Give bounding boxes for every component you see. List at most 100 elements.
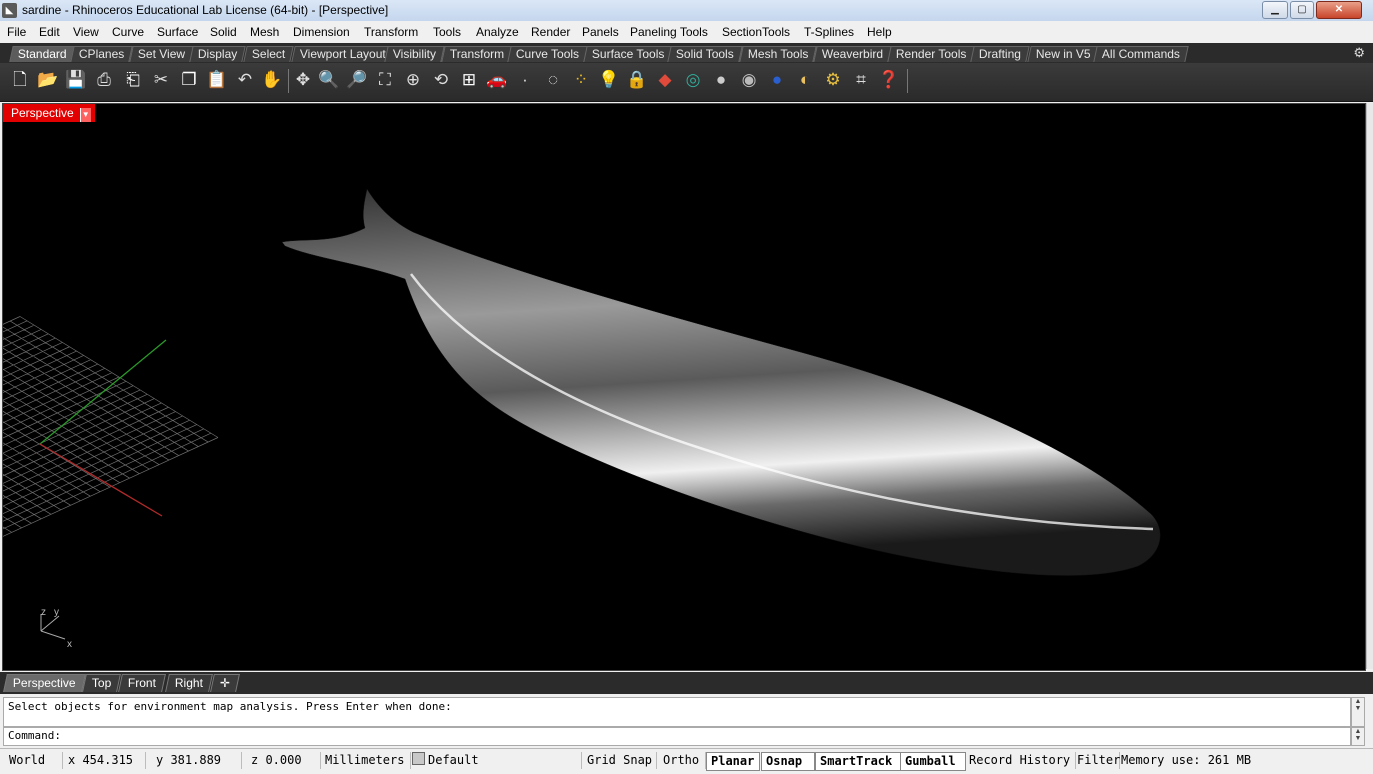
menu-file[interactable]: File [7,25,26,39]
tab-viewport-layout[interactable]: Viewport Layout [291,46,395,62]
close-button[interactable]: ✕ [1316,1,1362,19]
copy-icon[interactable]: ❐ [178,69,200,91]
menu-help[interactable]: Help [867,25,892,39]
tab-render-tools[interactable]: Render Tools [887,46,976,62]
maximize-button[interactable]: ▢ [1290,1,1314,19]
viewport-title-text: Perspective [11,106,74,120]
rotate-view-icon[interactable]: ⟲ [430,69,452,91]
vtab-perspective[interactable]: Perspective [3,674,86,692]
command-line-scrollbar[interactable]: ▲ ▼ [1351,727,1365,746]
menu-dimension[interactable]: Dimension [293,25,350,39]
command-input[interactable] [68,728,1342,745]
render-sphere-2-icon[interactable]: ◉ [738,69,760,91]
current-layer[interactable]: Default [408,752,582,769]
perspective-viewport[interactable]: z y x Perspective ▼ [2,103,1366,671]
vtab-right[interactable]: Right [165,674,213,692]
viewport-scene[interactable]: z y x [3,104,1365,670]
toggle-ortho[interactable]: Ortho [659,752,706,769]
command-history-scrollbar[interactable]: ▲ ▼ [1351,697,1365,727]
tab-select[interactable]: Select [243,46,295,62]
zoom-icon[interactable]: 🔍 [318,69,340,91]
units[interactable]: Millimeters [321,752,411,769]
color-wheel-icon[interactable]: ◎ [682,69,704,91]
gear-icon[interactable]: ⚙ [1353,45,1365,61]
menu-panels[interactable]: Panels [582,25,619,39]
lock-icon[interactable]: 🔒 [626,69,648,91]
light-bulb-icon[interactable]: 💡 [598,69,620,91]
zoom-extents-icon[interactable]: ⛶ [374,69,396,91]
vtab-top[interactable]: Top [82,674,122,692]
layer-icon[interactable]: ◆ [654,69,676,91]
menu-solid[interactable]: Solid [210,25,237,39]
tab-solid-tools[interactable]: Solid Tools [667,46,743,62]
menu-surface[interactable]: Surface [157,25,198,39]
circle-icon[interactable]: ◌ [542,69,564,91]
tab-display[interactable]: Display [189,46,247,62]
menu-t-splines[interactable]: T-Splines [804,25,854,39]
menu-bar: File Edit View Curve Surface Solid Mesh … [0,21,1373,43]
add-viewport-tab-button[interactable]: ✛ [210,674,240,692]
render-sphere-icon[interactable]: ● [710,69,732,91]
pan-hand-icon[interactable]: ✋ [261,69,283,91]
toggle-planar[interactable]: Planar [706,752,760,771]
layer-color-swatch [412,752,425,765]
menu-paneling-tools[interactable]: Paneling Tools [630,25,708,39]
cplane-world[interactable]: World [5,752,63,769]
tab-surface-tools[interactable]: Surface Tools [583,46,674,62]
snap-icon[interactable]: ⌗ [850,69,872,91]
settings-gear-icon[interactable]: ⚙ [822,69,844,91]
menu-curve[interactable]: Curve [112,25,144,39]
four-viewports-icon[interactable]: ⊞ [458,69,480,91]
toggle-grid-snap[interactable]: Grid Snap [583,752,657,769]
menu-render[interactable]: Render [531,25,570,39]
zoom-selected-icon[interactable]: ⊕ [402,69,424,91]
tab-new-in-v5[interactable]: New in V5 [1027,46,1100,62]
point-icon[interactable]: · [514,69,536,91]
curve-points-icon[interactable]: ⁘ [570,69,592,91]
menu-analyze[interactable]: Analyze [476,25,519,39]
tab-all-commands[interactable]: All Commands [1093,46,1189,62]
print-icon[interactable]: ⎙ [93,69,115,91]
coordinate-x: x 454.315 [64,752,146,769]
rhino-app-icon[interactable]: ◣ [2,3,17,18]
toggle-filter[interactable]: Filter [1073,752,1120,769]
tab-weaverbird[interactable]: Weaverbird [813,46,892,62]
menu-tools[interactable]: Tools [433,25,461,39]
tab-standard[interactable]: Standard [9,46,76,62]
y-axis-line [39,339,167,445]
menu-edit[interactable]: Edit [39,25,60,39]
help-icon[interactable]: ❓ [878,69,900,91]
tab-curve-tools[interactable]: Curve Tools [507,46,588,62]
menu-mesh[interactable]: Mesh [250,25,279,39]
tab-visibility[interactable]: Visibility [384,46,445,62]
vtab-front[interactable]: Front [118,674,166,692]
paste-icon[interactable]: 📋 [206,69,228,91]
save-icon[interactable]: 💾 [65,69,87,91]
toggle-osnap[interactable]: Osnap [761,752,815,771]
open-file-icon[interactable]: 📂 [37,69,59,91]
zoom-window-icon[interactable]: 🔎 [346,69,368,91]
move-icon[interactable]: ✥ [292,69,314,91]
undo-icon[interactable]: ↶ [234,69,256,91]
cut-icon[interactable]: ✂ [150,69,172,91]
car-icon[interactable]: 🚗 [486,69,508,91]
toggle-record-history[interactable]: Record History [965,752,1076,769]
minimize-button[interactable]: ▁ [1262,1,1288,19]
menu-section-tools[interactable]: SectionTools [722,25,790,39]
menu-view[interactable]: View [73,25,99,39]
menu-transform[interactable]: Transform [364,25,418,39]
toggle-smarttrack[interactable]: SmartTrack [815,752,901,771]
sardine-surface[interactable] [281,188,1161,576]
material-icon[interactable]: ◐ [794,69,816,91]
tab-mesh-tools[interactable]: Mesh Tools [739,46,818,62]
new-file-icon[interactable]: 🗋 [9,69,31,91]
chevron-down-icon[interactable]: ▼ [79,108,91,122]
viewport-title[interactable]: Perspective ▼ [3,104,95,122]
toggle-gumball[interactable]: Gumball [900,752,966,771]
blue-sphere-icon[interactable]: ● [766,69,788,91]
import-icon[interactable]: ⎗ [122,69,144,91]
tab-transform[interactable]: Transform [441,46,513,62]
tab-cplanes[interactable]: CPlanes [70,46,134,62]
tab-set-view[interactable]: Set View [129,46,194,62]
tab-drafting[interactable]: Drafting [970,46,1030,62]
